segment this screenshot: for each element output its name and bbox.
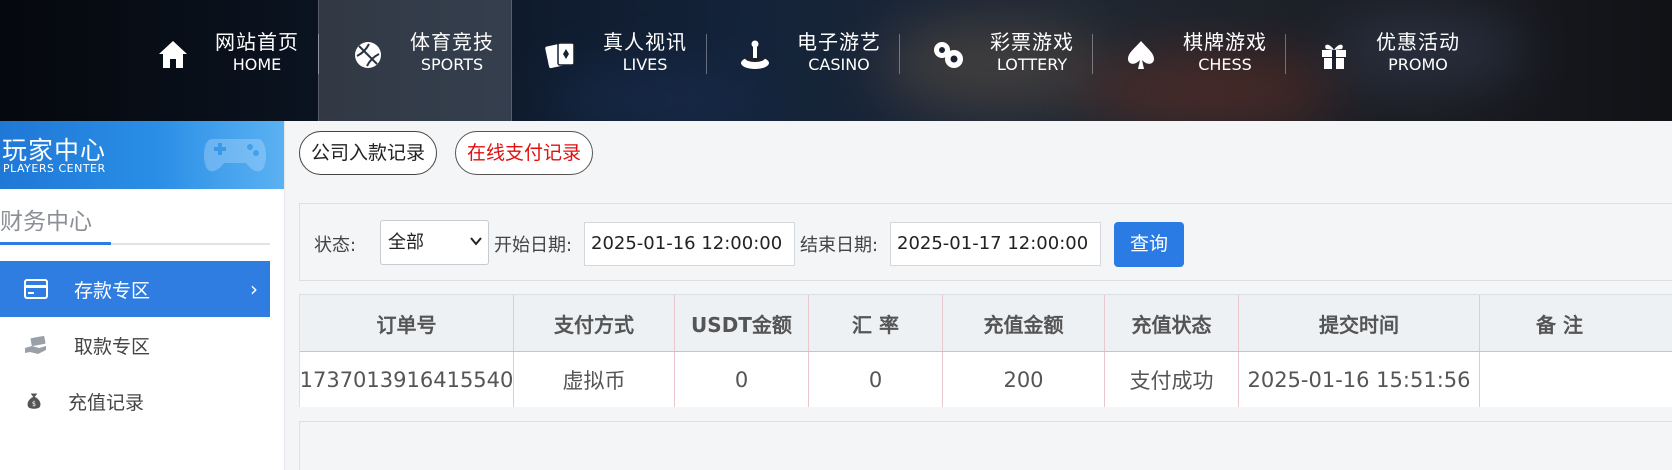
submit-time-cell: 2025-01-16 15:51:56 — [1239, 352, 1480, 407]
nav-item-home[interactable]: 网站首页 HOME — [124, 0, 318, 121]
table-row: 1737013916415540 虚拟币 0 0 200 支付成功 2025-0… — [300, 352, 1672, 407]
finance-center-title: 财务中心 — [0, 209, 92, 235]
chevron-right-icon: › — [250, 277, 258, 301]
sidebar-item-label: 充值记录 — [68, 391, 145, 414]
nav-label-en: LIVES — [622, 55, 668, 74]
players-center-banner: 玩家中心 PLAYERS CENTER — [0, 121, 284, 189]
nav-label-cn: 优惠活动 — [1376, 30, 1460, 54]
card-icon — [24, 279, 48, 299]
spade-icon — [1128, 41, 1154, 69]
sports-ball-icon — [355, 42, 381, 68]
recharge-status-cell: 支付成功 — [1105, 352, 1239, 407]
usdt-amount-cell: 0 — [675, 352, 809, 407]
column-header: 汇 率 — [809, 295, 943, 351]
nav-label-en: HOME — [232, 55, 282, 74]
end-date-input[interactable]: 2025-01-17 12:00:00 — [890, 222, 1101, 266]
nav-label-cn: 棋牌游戏 — [1183, 30, 1267, 54]
nav-label-cn: 网站首页 — [215, 30, 299, 54]
tab-company-deposit-records[interactable]: 公司入款记录 — [299, 131, 438, 175]
column-header: 提交时间 — [1239, 295, 1480, 351]
column-header: 订单号 — [300, 295, 514, 351]
nav-label-en: SPORTS — [420, 55, 484, 74]
slot-machine-icon — [741, 40, 769, 69]
nav-item-chess[interactable]: 棋牌游戏 CHESS — [1092, 0, 1286, 121]
sidebar-item-withdraw[interactable]: 取款专区 — [0, 317, 270, 373]
playing-cards-icon — [545, 42, 575, 69]
start-date-input[interactable]: 2025-01-16 12:00:00 — [584, 222, 795, 266]
nav-label-en: CHESS — [1198, 55, 1252, 74]
column-header: 充值金额 — [943, 295, 1105, 351]
svg-text:$: $ — [32, 400, 36, 408]
lottery-balls-icon — [934, 42, 963, 68]
sidebar-item-label: 存款专区 — [74, 279, 151, 302]
nav-label-en: CASINO — [808, 55, 870, 74]
gift-icon — [1322, 44, 1346, 69]
query-button[interactable]: 查询 — [1114, 222, 1184, 267]
status-select-value: 全部 — [388, 232, 424, 253]
records-table: 订单号 支付方式 USDT金额 汇 率 充值金额 充值状态 提交时间 备 注 1… — [299, 294, 1672, 407]
column-header: USDT金额 — [675, 295, 809, 351]
top-navigation: 网站首页 HOME 体育竞技 SPORTS 真人视讯 LIVES 电子游艺 CA… — [0, 0, 1672, 121]
order-number-cell: 1737013916415540 — [300, 352, 514, 407]
filter-bar: 状态: 全部 开始日期: 2025-01-16 12:00:00 结束日期: 2… — [299, 203, 1672, 281]
chevron-down-icon — [470, 237, 482, 246]
sidebar-item-label: 取款专区 — [74, 335, 151, 358]
column-header: 支付方式 — [514, 295, 675, 351]
gamepad-icon — [204, 139, 266, 172]
money-bag-icon: $ — [27, 393, 41, 409]
remark-cell — [1480, 352, 1672, 407]
tab-online-payment-records[interactable]: 在线支付记录 — [455, 131, 594, 175]
section-underline — [0, 242, 111, 245]
nav-label-cn: 体育竞技 — [410, 30, 494, 54]
status-select[interactable]: 全部 — [380, 220, 489, 265]
table-header: 订单号 支付方式 USDT金额 汇 率 充值金额 充值状态 提交时间 备 注 — [300, 295, 1672, 352]
column-header: 充值状态 — [1105, 295, 1239, 351]
nav-item-sports[interactable]: 体育竞技 SPORTS — [318, 0, 512, 121]
end-date-label: 结束日期: — [800, 235, 879, 256]
start-date-label: 开始日期: — [494, 235, 573, 256]
hand-money-icon — [25, 336, 46, 354]
sidebar-item-deposit[interactable]: 存款专区 › — [0, 261, 270, 317]
players-center-subtitle: PLAYERS CENTER — [3, 162, 106, 175]
home-icon — [159, 41, 187, 68]
nav-item-promo[interactable]: 优惠活动 PROMO — [1285, 0, 1479, 121]
exchange-rate-cell: 0 — [809, 352, 943, 407]
nav-item-casino[interactable]: 电子游艺 CASINO — [706, 0, 900, 121]
sidebar-item-recharge-records[interactable]: $ 充值记录 — [0, 373, 270, 429]
nav-item-lottery[interactable]: 彩票游戏 LOTTERY — [899, 0, 1093, 121]
pagination-area — [299, 421, 1672, 470]
recharge-amount-cell: 200 — [943, 352, 1105, 407]
status-label: 状态: — [314, 235, 357, 256]
nav-item-lives[interactable]: 真人视讯 LIVES — [512, 0, 706, 121]
sidebar: 玩家中心 PLAYERS CENTER 财务中心 存款专区 › 取款专区 $ 充… — [0, 121, 285, 470]
nav-label-cn: 真人视讯 — [603, 30, 687, 54]
nav-label-cn: 电子游艺 — [797, 30, 881, 54]
main-content: 公司入款记录 在线支付记录 状态: 全部 开始日期: 2025-01-16 12… — [285, 121, 1672, 470]
payment-method-cell: 虚拟币 — [514, 352, 675, 407]
column-header: 备 注 — [1536, 312, 1583, 337]
nav-label-cn: 彩票游戏 — [990, 30, 1074, 54]
nav-label-en: LOTTERY — [996, 55, 1068, 74]
nav-label-en: PROMO — [1388, 55, 1448, 74]
